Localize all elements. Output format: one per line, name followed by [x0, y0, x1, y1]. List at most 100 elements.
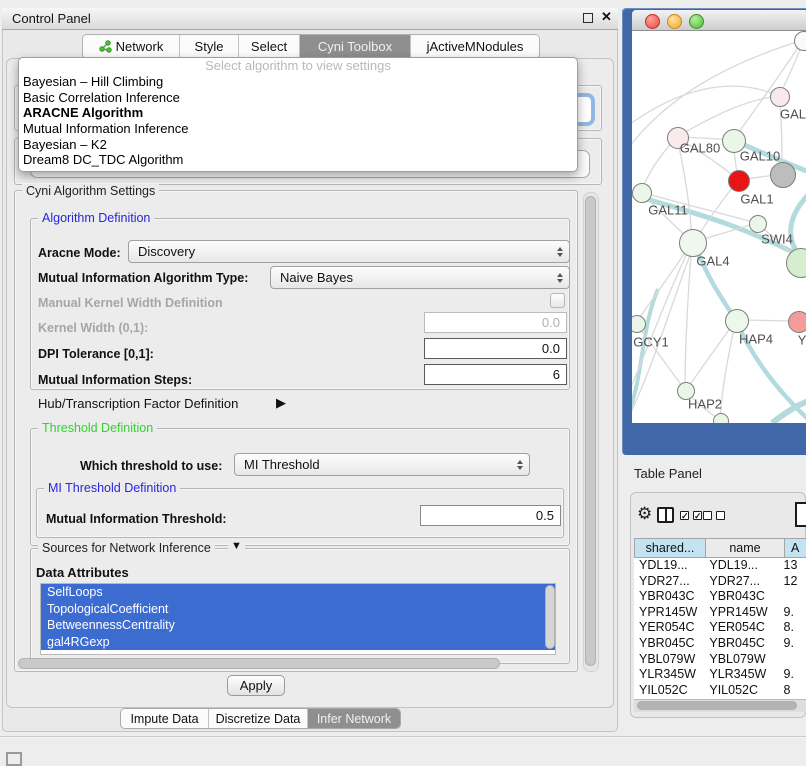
- algorithm-option[interactable]: Mutual Information Inference: [19, 121, 577, 137]
- manual-kernel-width-checkbox[interactable]: [550, 293, 565, 308]
- network-node-label: SWI4: [761, 232, 793, 247]
- table-row[interactable]: YLR345WYLR345W9.: [634, 667, 806, 683]
- hub-definition-label: Hub/Transcription Factor Definition: [38, 396, 238, 411]
- data-attribute-item[interactable]: gal4RGexp: [41, 634, 555, 651]
- algorithm-option-list: Bayesian – Hill ClimbingBasic Correlatio…: [19, 74, 577, 168]
- tab-impute-data[interactable]: Impute Data: [121, 709, 209, 728]
- collapse-arrow-icon[interactable]: ▼: [228, 540, 245, 552]
- algorithm-option[interactable]: Bayesian – K2: [19, 137, 577, 153]
- algorithm-dropdown-placeholder: Select algorithm to view settings: [19, 58, 577, 74]
- table-panel-title: Table Panel: [634, 466, 702, 481]
- tab-network[interactable]: Network: [83, 35, 180, 58]
- close-icon[interactable]: ✕: [601, 9, 612, 25]
- column-header-partial[interactable]: A: [785, 538, 806, 558]
- close-window-icon[interactable]: [645, 14, 660, 29]
- minimize-window-icon[interactable]: [667, 14, 682, 29]
- network-node[interactable]: [713, 413, 729, 423]
- table-cell: 8: [782, 683, 806, 699]
- control-panel-titlebar[interactable]: [2, 8, 618, 30]
- network-node[interactable]: [749, 215, 767, 233]
- dpi-tolerance-field[interactable]: 0.0: [424, 338, 567, 359]
- network-node[interactable]: [728, 170, 750, 192]
- mi-steps-field[interactable]: 6: [424, 364, 567, 385]
- network-node-label: GAL11: [648, 203, 688, 218]
- network-node[interactable]: [725, 309, 749, 333]
- column-header-shared[interactable]: shared...: [634, 538, 706, 558]
- table-row[interactable]: YER054CYER054C8.: [634, 620, 806, 636]
- float-window-icon[interactable]: [583, 13, 593, 23]
- table-cell: [782, 652, 806, 668]
- settings-vertical-scrollbar-thumb[interactable]: [585, 196, 596, 666]
- which-threshold-value: MI Threshold: [244, 457, 320, 472]
- apply-button[interactable]: Apply: [227, 675, 285, 696]
- tab-style[interactable]: Style: [180, 35, 239, 58]
- table-cell: 9.: [782, 667, 806, 683]
- data-attribute-item[interactable]: TopologicalCoefficient: [41, 601, 555, 618]
- attributes-list-scrollbar[interactable]: [545, 585, 555, 649]
- network-node[interactable]: [632, 183, 652, 203]
- column-header-name[interactable]: name: [706, 538, 785, 558]
- table-cell: YBR043C: [634, 589, 704, 605]
- float-panel-icon[interactable]: [6, 752, 22, 766]
- table-header: shared... name A: [634, 538, 806, 558]
- mi-algorithm-type-combo[interactable]: Naive Bayes: [270, 266, 570, 289]
- combo-arrows-icon: [517, 460, 523, 470]
- table-horizontal-scrollbar-thumb[interactable]: [637, 701, 797, 710]
- network-node-label: GAL10: [740, 149, 780, 164]
- deselect-all-checkbox-icon[interactable]: [716, 511, 725, 520]
- data-attribute-item[interactable]: SelfLoops: [41, 584, 555, 601]
- tab-cyni-toolbox-label: Cyni Toolbox: [318, 39, 392, 54]
- tab-select[interactable]: Select: [239, 35, 300, 58]
- table-cell: 12: [782, 574, 806, 590]
- aracne-mode-combo[interactable]: Discovery: [128, 240, 570, 263]
- mi-threshold-field[interactable]: 0.5: [420, 505, 561, 526]
- network-node[interactable]: [632, 315, 646, 333]
- data-attributes-list[interactable]: SelfLoopsTopologicalCoefficientBetweenne…: [40, 583, 556, 655]
- table-row[interactable]: YPR145WYPR145W9.: [634, 605, 806, 621]
- network-icon: [99, 40, 112, 53]
- data-attribute-item[interactable]: BetweennessCentrality: [41, 617, 555, 634]
- algorithm-option[interactable]: Bayesian – Hill Climbing: [19, 74, 577, 90]
- network-node-label: HAP4: [739, 332, 773, 347]
- desktop-divider-highlight: [0, 737, 806, 738]
- tab-discretize-data[interactable]: Discretize Data: [209, 709, 308, 728]
- zoom-window-icon[interactable]: [689, 14, 704, 29]
- table-cell: YBR043C: [704, 589, 781, 605]
- table-cell: [782, 589, 806, 605]
- algorithm-option[interactable]: Basic Correlation Inference: [19, 90, 577, 106]
- network-node[interactable]: [794, 31, 806, 51]
- table-row[interactable]: YBL079WYBL079W: [634, 652, 806, 668]
- network-window-titlebar[interactable]: [632, 10, 806, 31]
- network-node[interactable]: [786, 248, 806, 278]
- network-canvas[interactable]: GALGAL80GAL10GAL1GAL11SWI4GAL4GCY1HAP4YH…: [632, 31, 806, 423]
- network-node[interactable]: [770, 162, 796, 188]
- network-node[interactable]: [788, 311, 806, 333]
- tab-jactivemnodules[interactable]: jActiveMNodules: [411, 35, 539, 58]
- split-columns-icon[interactable]: [657, 507, 674, 523]
- algorithm-option[interactable]: ARACNE Algorithm: [19, 105, 577, 121]
- table-row[interactable]: YDR27...YDR27...12: [634, 574, 806, 590]
- which-threshold-combo[interactable]: MI Threshold: [234, 453, 530, 476]
- network-node-label: GCY1: [633, 335, 668, 350]
- select-all-checkbox-icon[interactable]: ✓: [680, 511, 689, 520]
- gear-icon[interactable]: ⚙: [637, 504, 652, 524]
- kernel-width-field[interactable]: 0.0: [424, 312, 567, 333]
- cyni-settings-title: Cyni Algorithm Settings: [22, 184, 159, 198]
- algorithm-option[interactable]: Dream8 DC_TDC Algorithm: [19, 152, 577, 168]
- table-cell: YLR345W: [704, 667, 781, 683]
- table-row[interactable]: YIL052CYIL052C8: [634, 683, 806, 699]
- table-cell: YBL079W: [634, 652, 704, 668]
- table-cell: YER054C: [704, 620, 781, 636]
- table-row[interactable]: YBR043CYBR043C: [634, 589, 806, 605]
- deselect-all-checkbox-icon[interactable]: [703, 511, 712, 520]
- document-icon[interactable]: [795, 502, 806, 527]
- table-row[interactable]: YBR045CYBR045C9.: [634, 636, 806, 652]
- tab-cyni-toolbox[interactable]: Cyni Toolbox: [300, 35, 411, 58]
- network-node[interactable]: [770, 87, 790, 107]
- select-all-checkbox-icon[interactable]: ✓: [693, 511, 702, 520]
- table-cell: YPR145W: [634, 605, 704, 621]
- settings-horizontal-scrollbar-thumb[interactable]: [18, 658, 500, 669]
- tab-infer-network[interactable]: Infer Network: [308, 709, 400, 728]
- expand-arrow-icon[interactable]: ▶: [276, 395, 286, 411]
- table-row[interactable]: YDL19...YDL19...13: [634, 558, 806, 574]
